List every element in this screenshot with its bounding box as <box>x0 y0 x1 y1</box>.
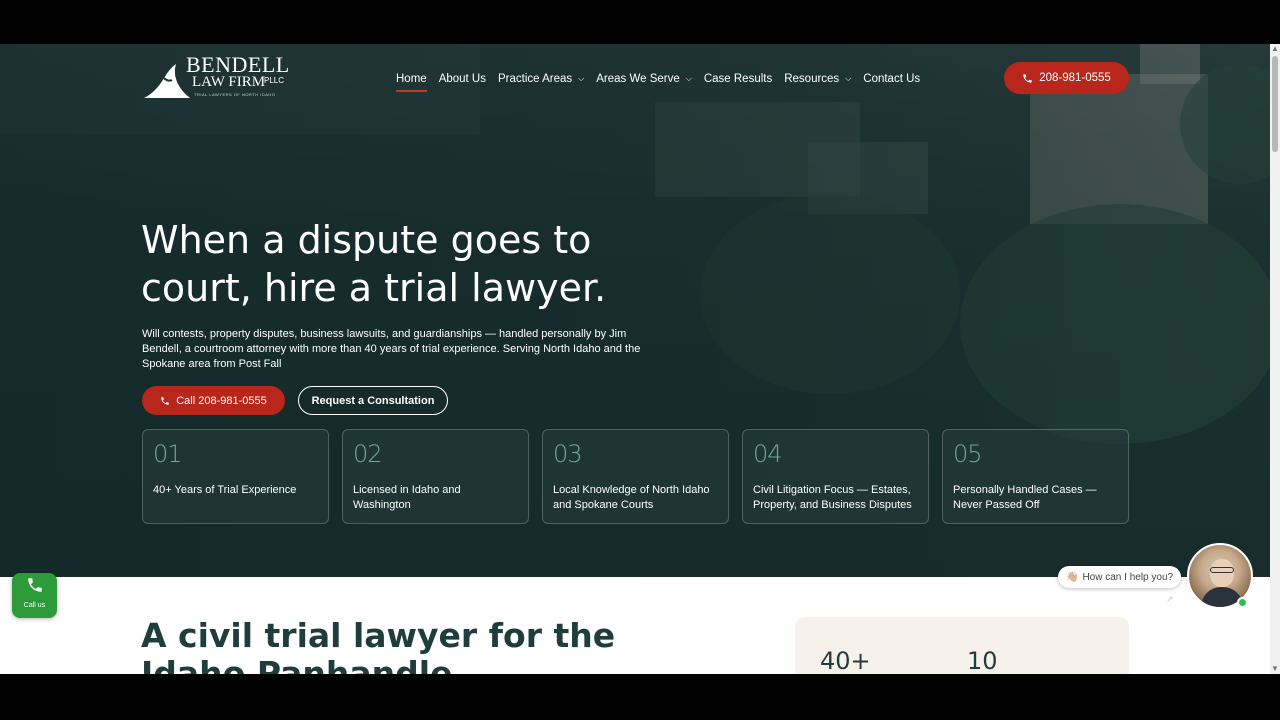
feature-cards: 01 40+ Years of Trial Experience 02 Lice… <box>142 429 1129 524</box>
intro-section: A civil trial lawyer for the Idaho Panha… <box>0 577 1270 674</box>
chat-prompt-text: How can I help you? <box>1082 571 1174 583</box>
hero-headline: When a dispute goes to court, hire a tri… <box>141 218 607 310</box>
phone-icon <box>12 575 57 601</box>
nav-case-results[interactable]: Case Results <box>704 70 772 88</box>
call-button[interactable]: Call 208-981-0555 <box>142 386 285 415</box>
card-number: 01 <box>153 440 183 468</box>
online-status-icon <box>1237 597 1248 608</box>
header-phone-label: 208-981-0555 <box>1039 72 1111 84</box>
nav-about-us[interactable]: About Us <box>439 70 486 88</box>
feature-card: 05 Personally Handled Cases — Never Pass… <box>942 429 1129 524</box>
feature-card: 04 Civil Litigation Focus — Estates, Pro… <box>742 429 929 524</box>
chevron-down-icon: ⌵ <box>578 74 585 83</box>
nav-label: Case Results <box>703 73 773 85</box>
scroll-down-arrow-icon[interactable]: ▼ <box>1271 664 1279 674</box>
card-text: 40+ Years of Trial Experience <box>153 484 297 496</box>
logo-name-line1: BENDELL <box>186 52 290 77</box>
card-text: Licensed in Idaho and Washington <box>353 484 461 511</box>
stats-card: 40+ 10 <box>795 617 1129 674</box>
card-number: 05 <box>953 440 983 468</box>
feature-card: 01 40+ Years of Trial Experience <box>142 429 329 524</box>
nav-contact-us[interactable]: Contact Us <box>863 70 920 88</box>
logo-name-line2: LAW FIRM <box>192 74 266 90</box>
logo-suffix: PLLC <box>264 76 285 85</box>
nav-resources[interactable]: Resources ⌵ <box>784 70 851 88</box>
main-nav: Home About Us Practice Areas ⌵ Areas We S… <box>396 70 932 92</box>
nav-label: Resources <box>784 73 840 85</box>
site-logo[interactable]: BENDELL LAW FIRM PLLC TRIAL LAWYERS OF N… <box>142 54 292 102</box>
nav-label: Areas We Serve <box>596 73 680 85</box>
phone-icon <box>1023 73 1032 83</box>
call-button-label: Call 208-981-0555 <box>176 394 267 407</box>
card-text: Local Knowledge of North Idaho and Spoka… <box>553 484 710 511</box>
header-phone-button[interactable]: 208-981-0555 <box>1004 62 1129 94</box>
scroll-up-arrow-icon[interactable]: ▲ <box>1271 44 1279 54</box>
nav-areas-we-serve[interactable]: Areas We Serve ⌵ <box>596 70 692 88</box>
feature-card: 03 Local Knowledge of North Idaho and Sp… <box>542 429 729 524</box>
logo-tagline: TRIAL LAWYERS OF NORTH IDAHO <box>194 92 276 97</box>
section-heading: A civil trial lawyer for the Idaho Panha… <box>141 616 616 675</box>
avatar-face <box>1210 559 1234 587</box>
chat-prompt-bubble[interactable]: 👋🏼 How can I help you? <box>1058 566 1182 588</box>
phone-icon <box>161 396 169 405</box>
call-us-widget[interactable]: Call us <box>12 573 57 618</box>
card-number: 03 <box>553 440 583 468</box>
card-number: 02 <box>353 440 383 468</box>
scrollbar-thumb[interactable] <box>1272 56 1278 152</box>
card-text: Civil Litigation Focus — Estates, Proper… <box>753 484 912 511</box>
feature-card: 02 Licensed in Idaho and Washington <box>342 429 529 524</box>
nav-label: Home <box>396 73 427 85</box>
consult-button-label: Request a Consultation <box>311 394 435 407</box>
stat-second: 10 <box>967 647 998 674</box>
external-link-icon[interactable]: ↗ <box>1166 594 1174 605</box>
hero-subcopy: Will contests, property disputes, busine… <box>142 328 641 370</box>
mountain-logo-icon <box>144 64 190 98</box>
page-scrollbar[interactable]: ▲ ▼ <box>1270 44 1280 674</box>
chevron-down-icon: ⌵ <box>845 74 852 83</box>
card-text: Personally Handled Cases — Never Passed … <box>953 484 1097 511</box>
nav-home[interactable]: Home <box>396 70 427 92</box>
stat-years: 40+ <box>820 647 871 674</box>
request-consultation-button[interactable]: Request a Consultation <box>298 386 448 415</box>
nav-label: About Us <box>438 73 486 85</box>
avatar-glasses <box>1210 567 1234 573</box>
nav-label: Practice Areas <box>498 73 573 85</box>
call-us-label: Call us <box>23 602 46 609</box>
nav-practice-areas[interactable]: Practice Areas ⌵ <box>498 70 584 88</box>
hero-section: BENDELL LAW FIRM PLLC TRIAL LAWYERS OF N… <box>0 44 1270 577</box>
chevron-down-icon: ⌵ <box>685 74 692 83</box>
avatar-suit <box>1201 587 1243 607</box>
wave-hand-icon: 👋🏼 <box>1066 571 1079 583</box>
nav-label: Contact Us <box>863 73 921 85</box>
card-number: 04 <box>753 440 783 468</box>
